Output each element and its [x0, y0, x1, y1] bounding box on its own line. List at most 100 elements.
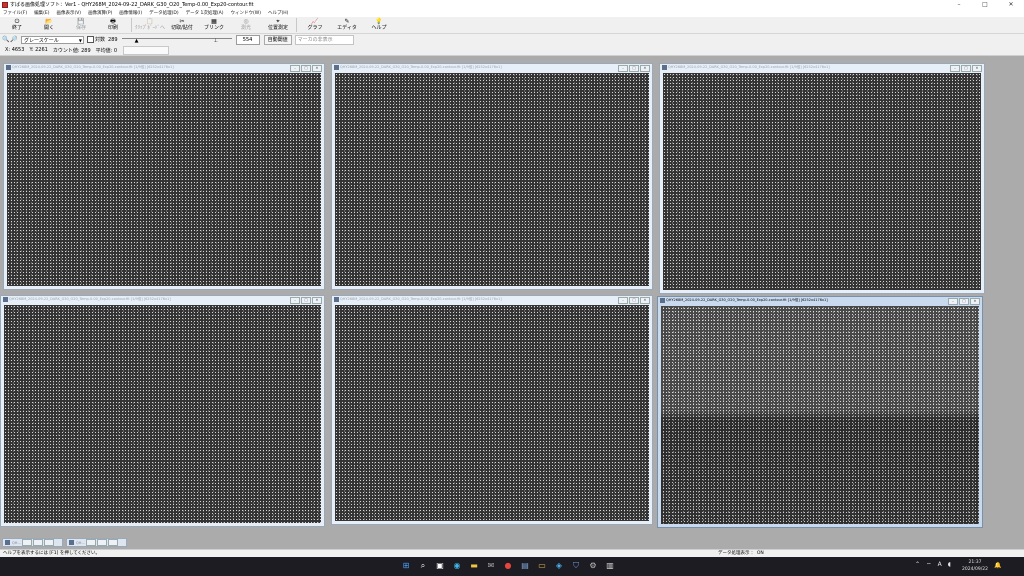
image-window[interactable]: QHY268M_2024-09-22_DARK_G30_O20_Temp-0.0…: [659, 63, 985, 294]
slider-thumb-high[interactable]: ⊥: [214, 38, 218, 44]
clipboard-button[interactable]: 📋 ｸﾘｯﾌﾟﾎﾞｰﾄﾞへ: [135, 17, 165, 33]
minimize-icon[interactable]: –: [618, 297, 628, 304]
maximize-icon[interactable]: □: [629, 297, 639, 304]
threshold-slider[interactable]: ▲ ⊥: [121, 35, 232, 44]
menu-image-info[interactable]: 画像情報(I): [119, 10, 142, 16]
main-toolbar: ⏻ 終了 📂 開く 💾 保存 🖶 印刷 📋 ｸﾘｯﾌﾟﾎﾞｰﾄﾞへ ✂ 切取/貼…: [0, 17, 1024, 34]
edge-icon[interactable]: ◉: [451, 560, 463, 572]
dark-frame-image[interactable]: [661, 306, 979, 524]
menu-view[interactable]: 画像表示(V): [56, 10, 81, 16]
log-checkbox[interactable]: 対数 289: [87, 36, 118, 43]
minimize-icon[interactable]: –: [290, 65, 300, 72]
image-window[interactable]: QHY268M_2024-09-22_DARK_G30_O20_Temp-0.0…: [3, 63, 325, 290]
menu-edit[interactable]: 編集(E): [34, 10, 49, 16]
help-icon: 💡: [375, 18, 383, 25]
maximize-icon[interactable]: □: [301, 65, 311, 72]
save-label: 保存: [75, 25, 86, 31]
folder-icon[interactable]: ▭: [536, 560, 548, 572]
shield-icon[interactable]: ⛉: [570, 560, 582, 572]
dark-frame-image[interactable]: [335, 305, 649, 521]
mail-icon[interactable]: ✉: [485, 560, 497, 572]
network-icon[interactable]: ⌔: [926, 561, 932, 569]
menu-window[interactable]: ウィンドウ(W): [231, 10, 261, 16]
maximize-icon[interactable]: [96, 539, 107, 546]
clock-time: 21:37: [968, 560, 982, 565]
calculator-icon[interactable]: ▤: [519, 560, 531, 572]
clock[interactable]: 21:37 2024/09/22: [960, 559, 990, 573]
close-icon[interactable]: [107, 539, 118, 546]
task-view-icon[interactable]: ▣: [434, 560, 446, 572]
maximize-icon[interactable]: □: [959, 298, 969, 305]
settings-icon[interactable]: ⚙: [587, 560, 599, 572]
maximize-button[interactable]: □: [972, 0, 998, 9]
blink-button[interactable]: ▦ ブリンク: [199, 17, 229, 33]
restore-icon[interactable]: [85, 539, 96, 546]
image-window-active[interactable]: QHY268M_2024-09-22_DARK_G30_O20_Temp-0.0…: [657, 296, 983, 528]
menu-help[interactable]: ヘルプ(H): [268, 10, 288, 16]
close-icon[interactable]: ✕: [640, 297, 650, 304]
close-icon[interactable]: ✕: [970, 298, 980, 305]
chevron-up-icon[interactable]: ⌃: [915, 561, 920, 569]
search-icon[interactable]: ⌕: [417, 560, 429, 572]
help-label: ヘルプ: [371, 25, 387, 31]
menu-primary-processing[interactable]: データ 1次処理(A): [186, 10, 224, 16]
minimize-icon[interactable]: –: [618, 65, 628, 72]
image-window[interactable]: QHY268M_2024-09-22_DARK_G30_O20_Temp-0.0…: [0, 295, 325, 527]
dark-frame-image[interactable]: [4, 305, 321, 523]
open-button[interactable]: 📂 開く: [34, 17, 64, 33]
menu-data-processing[interactable]: データ処理(D): [149, 10, 178, 16]
menu-image-calc[interactable]: 画像演算(P): [88, 10, 112, 16]
close-button[interactable]: ✕: [998, 0, 1024, 9]
image-window[interactable]: QHY268M_2024-09-22_DARK_G30_O20_Temp-0.0…: [331, 295, 653, 525]
colormap-select[interactable]: グレースケール ▼: [21, 35, 84, 44]
help-button[interactable]: 💡 ヘルプ: [364, 17, 394, 33]
minimize-icon[interactable]: –: [948, 298, 958, 305]
close-icon[interactable]: ✕: [972, 65, 982, 72]
minimize-icon[interactable]: –: [290, 297, 300, 304]
file-explorer-icon[interactable]: ▬: [468, 560, 480, 572]
print-button[interactable]: 🖶 印刷: [98, 17, 128, 33]
maximize-icon[interactable]: □: [629, 65, 639, 72]
exit-icon: ⏻: [14, 18, 20, 25]
auto-threshold-button[interactable]: 自動閾値: [263, 34, 292, 45]
minimize-button[interactable]: –: [946, 0, 972, 9]
store-icon[interactable]: ◈: [553, 560, 565, 572]
dark-frame-image[interactable]: [335, 73, 649, 286]
marker-display-field[interactable]: マーカの非表示: [294, 34, 354, 45]
minimize-icon[interactable]: –: [950, 65, 960, 72]
close-icon[interactable]: [43, 539, 54, 546]
editor-button[interactable]: ✎ エディタ: [332, 17, 362, 33]
cut-paste-button[interactable]: ✂ 切取/貼付: [167, 17, 197, 33]
close-icon[interactable]: ✕: [312, 65, 322, 72]
zoom-out-icon[interactable]: 🔎: [10, 36, 17, 43]
start-icon[interactable]: ⊞: [400, 560, 412, 572]
maximize-icon[interactable]: □: [301, 297, 311, 304]
save-button[interactable]: 💾 保存: [66, 17, 96, 33]
slider-thumb-low[interactable]: ▲: [135, 38, 139, 44]
graph-button[interactable]: 📈 グラフ: [300, 17, 330, 33]
maximize-icon[interactable]: □: [961, 65, 971, 72]
minimized-window[interactable]: QH...: [66, 538, 127, 547]
ime-icon[interactable]: A: [938, 561, 942, 569]
image-window[interactable]: QHY268M_2024-09-22_DARK_G30_O20_Temp-0.0…: [331, 63, 653, 290]
menu-file[interactable]: ファイル(F): [3, 10, 27, 16]
restore-icon[interactable]: [21, 539, 32, 546]
minimized-window[interactable]: QH...: [2, 538, 63, 547]
exit-button[interactable]: ⏻ 終了: [2, 17, 32, 33]
volume-icon[interactable]: ◖: [948, 561, 951, 569]
high-threshold-input[interactable]: 554: [235, 34, 260, 45]
close-icon[interactable]: ✕: [312, 297, 322, 304]
dark-frame-image[interactable]: [7, 73, 321, 286]
image-window-controls: – □ ✕: [289, 65, 322, 72]
notification-icon[interactable]: 🔔: [994, 562, 1001, 569]
dark-frame-image[interactable]: [663, 73, 981, 290]
photometry-button[interactable]: ◎ 測光: [231, 17, 261, 33]
close-icon[interactable]: ✕: [640, 65, 650, 72]
clock-date: 2024/09/22: [962, 567, 988, 572]
position-measure-button[interactable]: ⌖ 位置測定: [263, 17, 293, 33]
chrome-icon[interactable]: ●: [502, 560, 514, 572]
info-field: [123, 45, 170, 55]
maximize-icon[interactable]: [32, 539, 43, 546]
zoom-in-icon[interactable]: 🔍: [2, 36, 9, 43]
app-icon[interactable]: ▥: [604, 560, 616, 572]
